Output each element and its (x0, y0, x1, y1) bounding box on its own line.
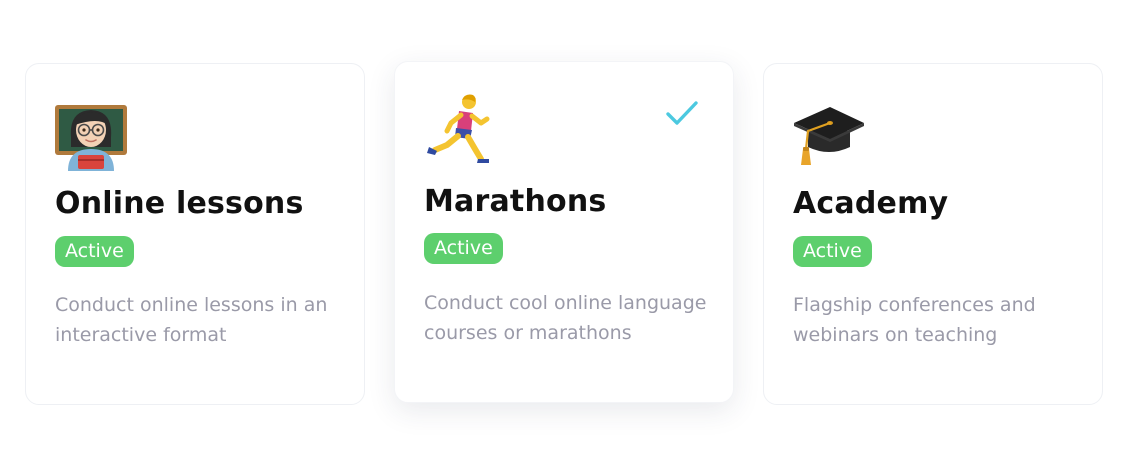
status-badge: Active (55, 236, 134, 267)
card-description: Flagship conferences and webinars on tea… (793, 294, 1036, 346)
card-title: Marathons (424, 184, 607, 219)
card-title: Academy (793, 186, 949, 221)
card-marathons[interactable]: Marathons Active Conduct cool online lan… (394, 61, 734, 403)
status-badge: Active (793, 236, 872, 267)
graduation-cap-emoji-icon (792, 97, 866, 171)
selected-check-icon (665, 100, 699, 126)
status-badge: Active (424, 233, 503, 264)
card-online-lessons[interactable]: Online lessons Active Conduct online les… (25, 63, 365, 405)
runner-emoji-icon (423, 93, 497, 167)
card-title: Online lessons (55, 186, 304, 221)
card-description: Conduct cool online language courses or … (424, 292, 707, 344)
card-academy[interactable]: Academy Active Flagship conferences and … (763, 63, 1103, 405)
teacher-emoji-icon (54, 97, 128, 171)
card-description: Conduct online lessons in an interactive… (55, 294, 328, 346)
